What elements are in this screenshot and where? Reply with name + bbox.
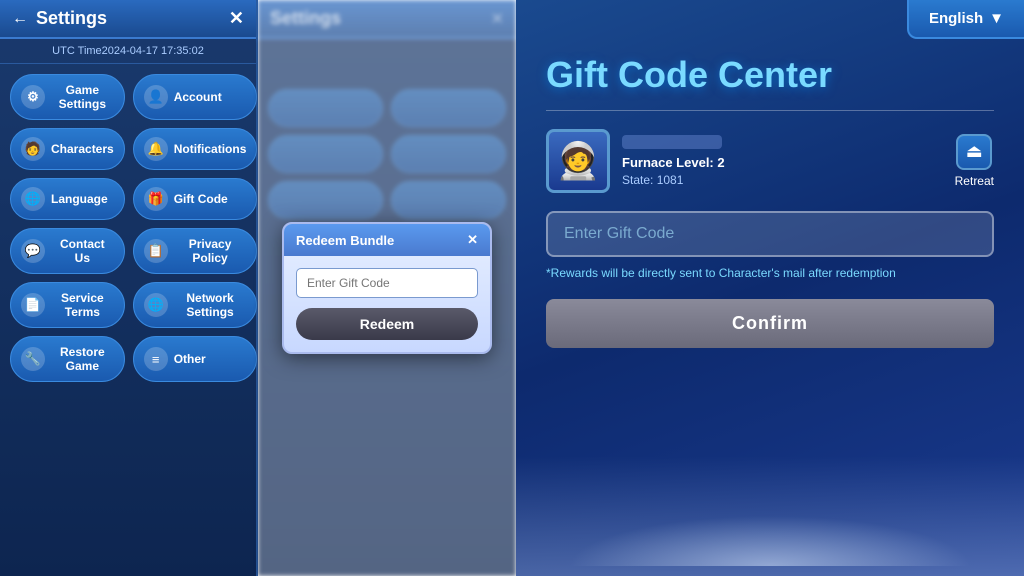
cloud-shape <box>516 486 1024 566</box>
retreat-label: Retreat <box>955 174 994 188</box>
user-furnace-level: Furnace Level: 2 <box>622 155 943 170</box>
redeem-dialog-close[interactable]: ✕ <box>467 232 478 248</box>
gift-code-icon: 🎁 <box>144 187 168 211</box>
notifications-icon: 🔔 <box>144 137 168 161</box>
other-button[interactable]: ≡ Other <box>133 336 258 382</box>
cloud-background <box>516 456 1024 576</box>
gift-code-center-panel: English ▼ Gift Code Center 🧑‍🚀 Furnace L… <box>516 0 1024 576</box>
section-divider <box>546 110 994 111</box>
notifications-button[interactable]: 🔔 Notifications <box>133 128 258 170</box>
service-terms-icon: 📄 <box>21 293 45 317</box>
redeem-dialog-header: Redeem Bundle ✕ <box>284 224 490 256</box>
close-button[interactable]: ✕ <box>229 8 244 29</box>
network-settings-label: Network Settings <box>174 291 247 319</box>
gift-code-input[interactable] <box>546 211 994 257</box>
account-label: Account <box>174 90 222 104</box>
restore-game-button[interactable]: 🔧 Restore Game <box>10 336 125 382</box>
language-selector-button[interactable]: English ▼ <box>907 0 1024 39</box>
network-settings-icon: 🌐 <box>144 293 168 317</box>
service-terms-label: Service Terms <box>51 291 114 319</box>
characters-button[interactable]: 🧑 Characters <box>10 128 125 170</box>
privacy-policy-label: Privacy Policy <box>174 237 247 265</box>
gift-code-button[interactable]: 🎁 Gift Code <box>133 178 258 220</box>
retreat-icon: ⏏ <box>956 134 992 170</box>
retreat-button[interactable]: ⏏ Retreat <box>955 134 994 188</box>
language-label: English <box>929 10 983 27</box>
confirm-button[interactable]: Confirm <box>546 299 994 348</box>
game-settings-button[interactable]: ⚙ Game Settings <box>10 74 125 120</box>
contact-us-label: Contact Us <box>51 237 114 265</box>
language-label: Language <box>51 192 108 206</box>
account-button[interactable]: 👤 Account <box>133 74 258 120</box>
gift-code-label: Gift Code <box>174 192 228 206</box>
gift-code-center-content: Gift Code Center 🧑‍🚀 Furnace Level: 2 St… <box>516 0 1024 368</box>
settings-grid: ⚙ Game Settings 👤 Account 🧑 Characters 🔔… <box>0 64 256 392</box>
back-arrow-icon[interactable]: ← <box>12 10 28 28</box>
avatar-figure: 🧑‍🚀 <box>556 143 601 179</box>
redeem-dialog-title: Redeem Bundle <box>296 233 394 248</box>
notifications-label: Notifications <box>174 142 247 156</box>
user-info-row: 🧑‍🚀 Furnace Level: 2 State: 1081 ⏏ Retre… <box>546 129 994 193</box>
language-button[interactable]: 🌐 Language <box>10 178 125 220</box>
avatar: 🧑‍🚀 <box>546 129 610 193</box>
service-terms-button[interactable]: 📄 Service Terms <box>10 282 125 328</box>
game-settings-icon: ⚙ <box>21 85 45 109</box>
redeem-dialog-body: Redeem <box>284 256 490 352</box>
network-settings-button[interactable]: 🌐 Network Settings <box>133 282 258 328</box>
utc-time-label: UTC Time2024-04-17 17:35:02 <box>0 39 256 64</box>
gift-code-center-title: Gift Code Center <box>546 55 994 95</box>
settings-title-label: Settings <box>36 8 107 29</box>
username-bar <box>622 135 722 149</box>
privacy-policy-button[interactable]: 📋 Privacy Policy <box>133 228 258 274</box>
settings-title-group: ← Settings <box>12 8 107 29</box>
reward-note: *Rewards will be directly sent to Charac… <box>546 265 994 282</box>
characters-label: Characters <box>51 142 114 156</box>
language-icon: 🌐 <box>21 187 45 211</box>
privacy-policy-icon: 📋 <box>144 239 168 263</box>
language-arrow-icon: ▼ <box>989 10 1004 27</box>
redeem-button[interactable]: Redeem <box>296 308 478 340</box>
account-icon: 👤 <box>144 85 168 109</box>
user-state: State: 1081 <box>622 173 943 187</box>
contact-us-icon: 💬 <box>21 239 45 263</box>
contact-us-button[interactable]: 💬 Contact Us <box>10 228 125 274</box>
restore-game-icon: 🔧 <box>21 347 45 371</box>
other-label: Other <box>174 352 206 366</box>
settings-panel: ← Settings ✕ UTC Time2024-04-17 17:35:02… <box>0 0 258 576</box>
redeem-gift-code-input[interactable] <box>296 268 478 298</box>
game-settings-label: Game Settings <box>51 83 114 111</box>
user-details: Furnace Level: 2 State: 1081 <box>622 135 943 187</box>
restore-game-label: Restore Game <box>51 345 114 373</box>
redeem-dialog: Redeem Bundle ✕ Redeem <box>282 222 492 354</box>
settings-header: ← Settings ✕ <box>0 0 256 39</box>
other-icon: ≡ <box>144 347 168 371</box>
redeem-dialog-overlay: Redeem Bundle ✕ Redeem <box>258 0 516 576</box>
characters-icon: 🧑 <box>21 137 45 161</box>
